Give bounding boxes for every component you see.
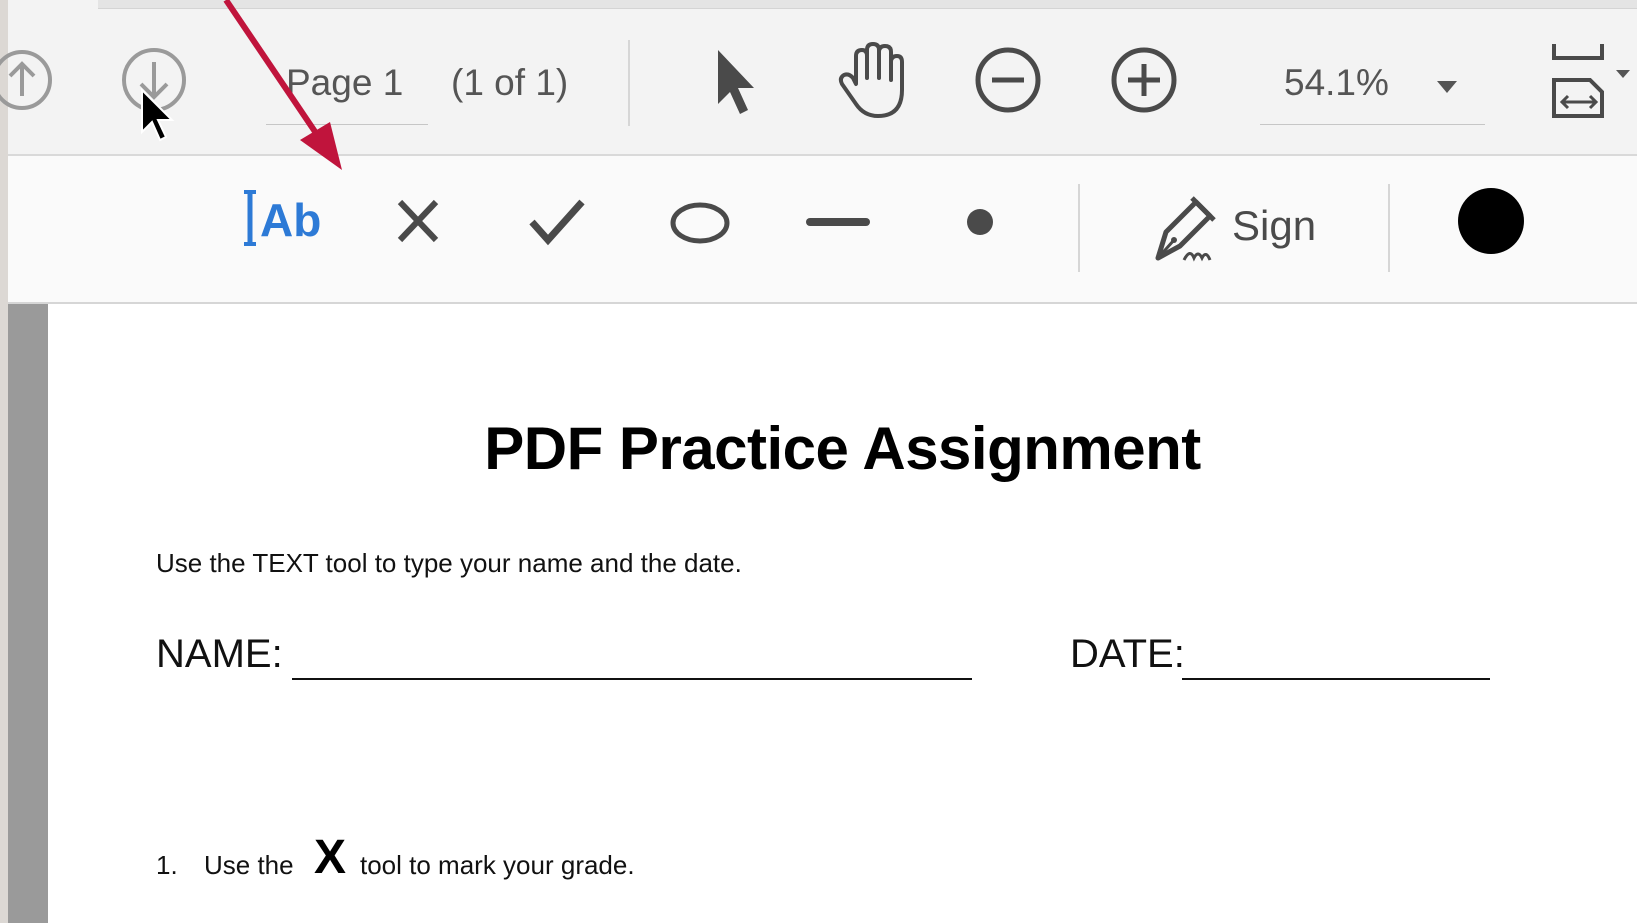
zoom-level-input[interactable]: 54.1% [1260,58,1485,125]
document-instruction: Use the TEXT tool to type your name and … [156,548,742,578]
line-icon[interactable] [806,212,870,232]
zoom-dropdown-icon[interactable] [1436,80,1458,94]
fit-page-icon[interactable] [1548,40,1637,122]
toolbar-top-strip [98,0,1637,9]
fill-toolbar-divider [1078,184,1080,272]
question-1-text-after: tool to mark your grade. [360,850,635,880]
fill-toolbar-divider-2 [1388,184,1390,272]
previous-page-icon[interactable] [0,44,60,116]
window-left-edge [0,0,8,923]
document-title: PDF Practice Assignment [484,415,1201,482]
hand-tool-icon[interactable] [834,40,910,120]
svg-text:Ab: Ab [260,194,321,246]
date-label: DATE: [1070,632,1185,676]
select-tool-icon[interactable] [708,46,764,118]
cross-mark-icon[interactable] [394,196,444,246]
date-field-line[interactable] [1182,678,1490,680]
main-toolbar: Page 1 (1 of 1) 54.1% [0,0,1637,156]
name-label: NAME: [156,632,283,676]
fill-sign-toolbar: Ab Sign [8,156,1637,304]
toolbar-divider [628,40,630,126]
document-page[interactable]: PDF Practice Assignment Use the TEXT too… [48,304,1637,923]
page-count: (1 of 1) [451,62,569,103]
color-dot-icon[interactable] [1456,186,1526,256]
check-mark-icon[interactable] [528,196,588,246]
name-field-line[interactable] [292,678,972,680]
question-1-text-before: Use the [204,850,294,880]
dot-icon[interactable] [962,204,998,240]
page-number-input[interactable]: Page 1 [266,58,428,125]
zoom-level-value: 54.1% [1284,62,1389,103]
page-number-value: Page 1 [286,62,404,103]
ellipse-icon[interactable] [668,200,732,246]
zoom-out-icon[interactable] [972,44,1044,116]
sign-button[interactable]: Sign [1144,180,1334,276]
text-tool-icon[interactable]: Ab [242,186,334,252]
sign-pen-icon [1155,196,1216,262]
sign-label: Sign [1232,202,1317,249]
question-1-symbol: X [314,831,347,884]
zoom-in-icon[interactable] [1108,44,1180,116]
question-1-number: 1. [156,850,178,880]
mouse-cursor-icon [141,88,175,142]
